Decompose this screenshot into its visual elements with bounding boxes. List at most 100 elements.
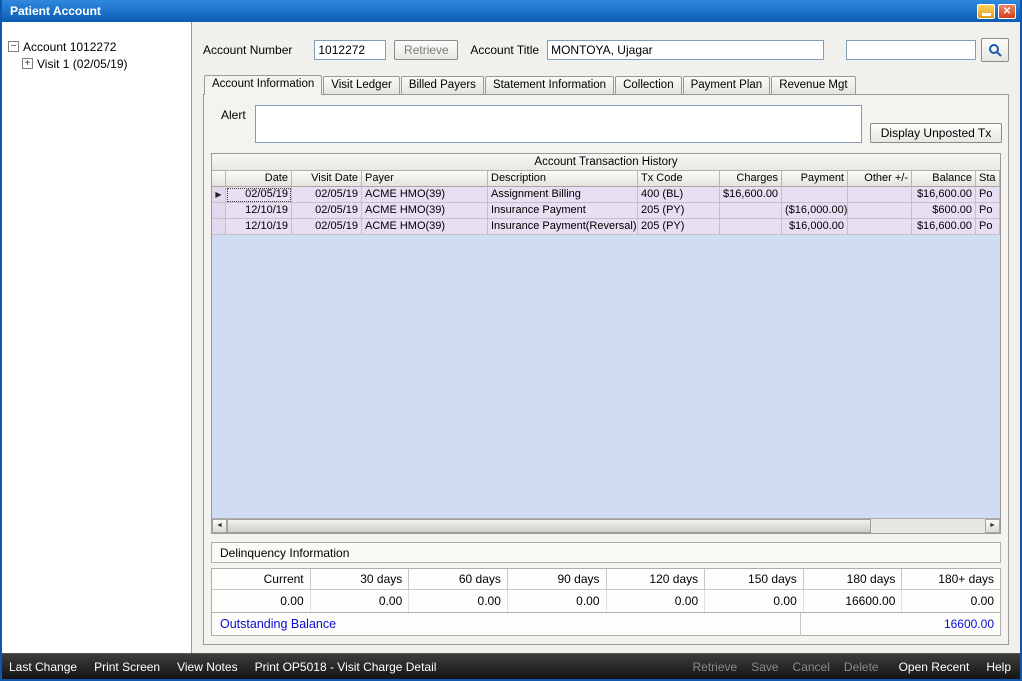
statusbar-help[interactable]: Help (985, 660, 1012, 674)
minimize-button[interactable] (977, 4, 995, 19)
account-header-row: Account Number Retrieve Account Title (203, 38, 1009, 62)
statusbar-disabled: RetrieveSaveCancelDelete (692, 660, 880, 674)
cell-payer[interactable]: ACME HMO(39) (362, 187, 488, 203)
tree-visit-label[interactable]: Visit 1 (02/05/19) (37, 57, 128, 71)
scroll-right-icon: ► (989, 522, 996, 529)
grid-col-description[interactable]: Description (488, 171, 638, 187)
grid-col-payer[interactable]: Payer (362, 171, 488, 187)
transaction-row[interactable]: 12/10/1902/05/19ACME HMO(39)Insurance Pa… (212, 219, 1000, 235)
row-selector[interactable] (212, 219, 226, 235)
retrieve-button[interactable]: Retrieve (394, 40, 458, 60)
cell-status[interactable]: Po (976, 203, 1000, 219)
alert-label: Alert (211, 105, 255, 143)
close-button[interactable]: ✕ (998, 4, 1016, 19)
tree-item-visit[interactable]: + Visit 1 (02/05/19) (22, 55, 187, 72)
scroll-left-icon: ◄ (216, 522, 223, 529)
search-input[interactable] (846, 40, 976, 60)
statusbar-last-change[interactable]: Last Change (8, 660, 78, 674)
cell-charges[interactable]: $16,600.00 (720, 187, 782, 203)
outstanding-balance-label: Outstanding Balance (212, 617, 800, 631)
cell-other[interactable] (848, 219, 912, 235)
search-button[interactable] (981, 38, 1009, 62)
statusbar-retrieve: Retrieve (692, 660, 739, 674)
tab-collection[interactable]: Collection (615, 76, 682, 94)
statusbar-view-notes[interactable]: View Notes (176, 660, 238, 674)
delinq-value-180-days: 16600.00 (804, 590, 903, 612)
cell-other[interactable] (848, 187, 912, 203)
cell-visit-date[interactable]: 02/05/19 (292, 219, 362, 235)
cell-tx-code[interactable]: 205 (PY) (638, 219, 720, 235)
cell-charges[interactable] (720, 203, 782, 219)
cell-description[interactable]: Insurance Payment (488, 203, 638, 219)
alert-side: Display Unposted Tx (862, 105, 1002, 143)
cell-other[interactable] (848, 203, 912, 219)
delinq-col-150-days: 150 days (705, 569, 804, 590)
grid-col-tx-code[interactable]: Tx Code (638, 171, 720, 187)
delinq-value-90-days: 0.00 (508, 590, 607, 612)
grid-col-charges[interactable]: Charges (720, 171, 782, 187)
cell-balance[interactable]: $600.00 (912, 203, 976, 219)
cell-tx-code[interactable]: 400 (BL) (638, 187, 720, 203)
cell-description[interactable]: Insurance Payment(Reversal) (488, 219, 638, 235)
cell-description[interactable]: Assignment Billing (488, 187, 638, 203)
scroll-left-button[interactable]: ◄ (212, 519, 227, 533)
delinq-value-60-days: 0.00 (409, 590, 508, 612)
tree-item-account[interactable]: − Account 1012272 (8, 38, 187, 55)
expand-icon[interactable]: + (22, 58, 33, 69)
row-selector[interactable] (212, 203, 226, 219)
tab-account-information[interactable]: Account Information (204, 75, 322, 95)
title-bar: Patient Account ✕ (2, 0, 1020, 22)
statusbar-open-recent[interactable]: Open Recent (898, 660, 971, 674)
tab-revenue-mgt[interactable]: Revenue Mgt (771, 76, 855, 94)
cell-payment[interactable]: ($16,000.00) (782, 203, 848, 219)
delinquency-section: Delinquency Information Current30 days60… (211, 542, 1001, 636)
grid-col-payment[interactable]: Payment (782, 171, 848, 187)
cell-payment[interactable] (782, 187, 848, 203)
cell-status[interactable]: Po (976, 187, 1000, 203)
close-icon: ✕ (1003, 6, 1011, 17)
cell-visit-date[interactable]: 02/05/19 (292, 187, 362, 203)
cell-date[interactable]: 02/05/19 (226, 187, 292, 203)
delinquency-values-row: 0.000.000.000.000.000.0016600.000.00 (212, 590, 1000, 612)
transaction-grid-title: Account Transaction History (212, 154, 1000, 171)
horizontal-scrollbar[interactable]: ◄ ► (212, 518, 1000, 533)
statusbar-left: Last Change Print Screen View Notes Print O… (8, 660, 437, 674)
cell-payer[interactable]: ACME HMO(39) (362, 203, 488, 219)
account-title-input[interactable] (547, 40, 824, 60)
cell-status[interactable]: Po (976, 219, 1000, 235)
cell-payment[interactable]: $16,000.00 (782, 219, 848, 235)
grid-col-balance[interactable]: Balance (912, 171, 976, 187)
cell-tx-code[interactable]: 205 (PY) (638, 203, 720, 219)
current-row-arrow-icon[interactable]: ▶ (212, 187, 226, 203)
tab-statement-information[interactable]: Statement Information (485, 76, 614, 94)
grid-col-sta[interactable]: Sta (976, 171, 1000, 187)
cell-visit-date[interactable]: 02/05/19 (292, 203, 362, 219)
cell-balance[interactable]: $16,600.00 (912, 219, 976, 235)
tab-billed-payers[interactable]: Billed Payers (401, 76, 484, 94)
grid-col-other[interactable]: Other +/- (848, 171, 912, 187)
statusbar-print-screen[interactable]: Print Screen (93, 660, 161, 674)
transaction-row[interactable]: ▶02/05/1902/05/19ACME HMO(39)Assignment … (212, 187, 1000, 203)
scrollbar-thumb[interactable] (227, 519, 871, 533)
tree-account-label[interactable]: Account 1012272 (23, 40, 116, 54)
collapse-icon[interactable]: − (8, 41, 19, 52)
cell-charges[interactable] (720, 219, 782, 235)
account-number-input[interactable] (314, 40, 386, 60)
grid-col-date[interactable]: Date (226, 171, 292, 187)
display-unposted-tx-button[interactable]: Display Unposted Tx (870, 123, 1002, 143)
delinq-value-150-days: 0.00 (705, 590, 804, 612)
cell-date[interactable]: 12/10/19 (226, 203, 292, 219)
scrollbar-track[interactable] (227, 519, 985, 533)
patient-account-window: Patient Account ✕ − Account 1012272 + Vi… (0, 0, 1022, 681)
grid-col-visit-date[interactable]: Visit Date (292, 171, 362, 187)
alert-textarea[interactable] (255, 105, 862, 143)
cell-balance[interactable]: $16,600.00 (912, 187, 976, 203)
statusbar-right: Open Recent Help (898, 660, 1012, 674)
scroll-right-button[interactable]: ► (985, 519, 1000, 533)
transaction-row[interactable]: 12/10/1902/05/19ACME HMO(39)Insurance Pa… (212, 203, 1000, 219)
cell-payer[interactable]: ACME HMO(39) (362, 219, 488, 235)
cell-date[interactable]: 12/10/19 (226, 219, 292, 235)
tab-visit-ledger[interactable]: Visit Ledger (323, 76, 400, 94)
statusbar-print-op5018-visit-charge-detail[interactable]: Print OP5018 - Visit Charge Detail (254, 660, 438, 674)
tab-payment-plan[interactable]: Payment Plan (683, 76, 771, 94)
